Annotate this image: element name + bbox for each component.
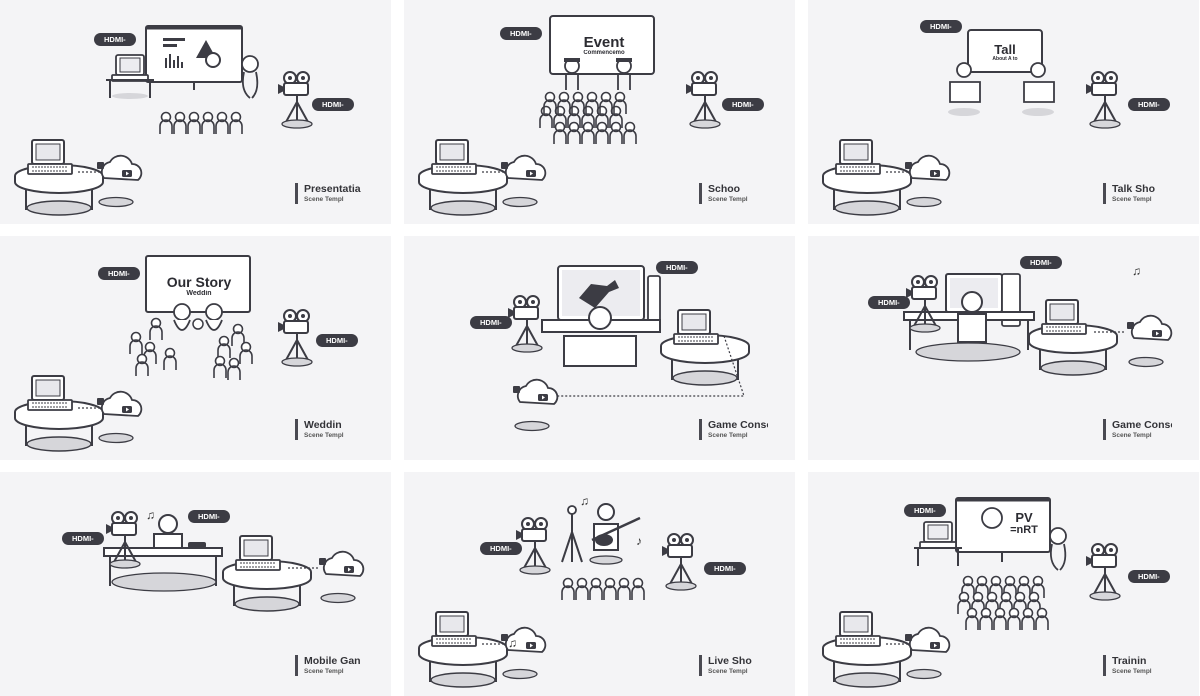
audience-icon <box>562 579 644 601</box>
camera-icon <box>1085 71 1121 129</box>
scene-card-wedding[interactable]: Our Story Weddin HDMI- HDMI- Weddin Scen… <box>0 236 391 460</box>
audience-icon <box>129 317 253 381</box>
hdmi-label: HDMI- <box>94 33 136 46</box>
desk-laptop-icon <box>222 535 312 612</box>
scene-subtitle: Scene Templ <box>1112 668 1152 675</box>
scene-title: Trainin <box>1112 655 1147 667</box>
scene-subtitle: Scene Templ <box>304 432 344 439</box>
camera-icon <box>905 275 941 333</box>
scene-subtitle: Scene Templ <box>708 668 748 675</box>
desk-laptop-icon <box>418 611 508 688</box>
hdmi-label: HDMI- <box>920 20 962 33</box>
scene-subtitle: Scene Templ <box>1112 196 1152 203</box>
scene-title: Weddin <box>304 419 342 431</box>
hdmi-label: HDMI- <box>62 532 104 545</box>
camera-icon <box>1085 543 1121 601</box>
scene-title: Presentatia <box>304 183 361 195</box>
scene-caption: Presentatia Scene Templ <box>295 183 364 204</box>
hdmi-label: HDMI- <box>722 98 764 111</box>
audience-icon <box>958 577 1048 631</box>
hdmi-label: HDMI- <box>1128 570 1170 583</box>
scene-title: Schoo <box>708 183 741 195</box>
hdmi-label: HDMI- <box>470 316 512 329</box>
music-note-icon: ♫ <box>1132 264 1141 278</box>
camera-icon <box>685 71 721 129</box>
desk-laptop-icon <box>822 611 912 688</box>
scene-card-presentation[interactable]: HDMI- HDMI- Presentatia Scene Templ <box>0 0 391 224</box>
screen-subtitle: Weddin <box>186 290 212 297</box>
hdmi-label: HDMI- <box>188 510 230 523</box>
scene-caption: Schoo Scene Templ <box>699 183 768 204</box>
camera-icon <box>277 71 313 129</box>
scene-caption: Mobile Gan Scene Templ <box>295 655 364 676</box>
scene-card-game-console-pc[interactable]: ♫ HDMI- HDMI- Game Conso Scene Templ <box>808 236 1199 460</box>
desk-laptop-icon <box>1028 299 1118 376</box>
scene-caption: Game Conso Scene Templ <box>699 419 768 440</box>
screen-title: Tall <box>994 42 1016 57</box>
hdmi-label: HDMI- <box>480 542 522 555</box>
desk-laptop-icon <box>418 139 508 216</box>
scene-card-school[interactable]: Event Commencemo HDMI- HDMI- Schoo Scene… <box>404 0 795 224</box>
screen-title: PV <box>1015 510 1033 525</box>
hdmi-label: HDMI- <box>500 27 542 40</box>
music-note-icon: ♫ <box>580 494 589 508</box>
scene-card-mobile-game[interactable]: ♫ HDMI- HDMI- Mobile Gan Scene Templ <box>0 472 391 696</box>
hdmi-label: HDMI- <box>868 296 910 309</box>
music-note-icon: ♪ <box>636 534 642 548</box>
screen-title: Event <box>583 34 625 51</box>
cloud-live-icon <box>1126 314 1173 368</box>
screen-subtitle: About A to <box>992 56 1018 62</box>
scene-card-live-show[interactable]: ♫ ♪ ♫ HDMI- HDMI- Live Sho Scene Templ <box>404 472 795 696</box>
hdmi-label: HDMI- <box>312 98 354 111</box>
screen-subtitle: Commencemo <box>583 50 625 56</box>
music-note-icon: ♫ <box>146 508 155 522</box>
camera-icon <box>105 511 141 569</box>
audience-icon <box>540 93 636 145</box>
audience-icon <box>160 113 242 135</box>
cloud-live-icon <box>512 378 559 432</box>
scene-caption: Live Sho Scene Templ <box>699 655 768 676</box>
scene-subtitle: Scene Templ <box>304 668 344 675</box>
scene-card-training[interactable]: PV =nRT HDMI- HDMI- Trainin Scene Templ <box>808 472 1199 696</box>
desk-laptop-icon <box>14 375 104 452</box>
screen-subtitle: =nRT <box>1010 524 1038 536</box>
desk-laptop-icon <box>14 139 104 216</box>
scene-card-game-console[interactable]: HDMI- HDMI- Game Conso Scene Templ <box>404 236 795 460</box>
scene-caption: Weddin Scene Templ <box>295 419 364 440</box>
hdmi-label: HDMI- <box>98 267 140 280</box>
scene-caption: Trainin Scene Templ <box>1103 655 1172 676</box>
desk-laptop-icon <box>822 139 912 216</box>
screen-title: Our Story <box>166 274 232 290</box>
scene-title: Mobile Gan <box>304 655 361 667</box>
camera-icon <box>277 309 313 367</box>
hdmi-label: HDMI- <box>704 562 746 575</box>
scene-subtitle: Scene Templ <box>304 196 344 203</box>
hdmi-label: HDMI- <box>1020 256 1062 269</box>
laptop-icon <box>111 54 149 82</box>
desk-laptop-icon <box>660 309 750 386</box>
laptop-icon <box>919 521 957 549</box>
scene-caption: Game Conso Scene Templ <box>1103 419 1172 440</box>
scene-title: Talk Sho <box>1112 183 1155 195</box>
scene-subtitle: Scene Templ <box>708 432 748 439</box>
hdmi-label: HDMI- <box>316 334 358 347</box>
scene-title: Game Conso <box>1112 419 1172 431</box>
scene-title: Game Conso <box>708 419 768 431</box>
scene-subtitle: Scene Templ <box>708 196 748 203</box>
cloud-live-icon <box>318 550 365 604</box>
hdmi-label: HDMI- <box>904 504 946 517</box>
scene-caption: Talk Sho Scene Templ <box>1103 183 1172 204</box>
scene-subtitle: Scene Templ <box>1112 432 1152 439</box>
music-note-icon: ♫ <box>508 636 517 650</box>
hdmi-label: HDMI- <box>656 261 698 274</box>
hdmi-label: HDMI- <box>1128 98 1170 111</box>
scene-card-talk-show[interactable]: Tall About A to HDMI- HDMI- Talk Sho Sce… <box>808 0 1199 224</box>
scene-title: Live Sho <box>708 655 752 667</box>
camera-icon <box>507 295 543 353</box>
